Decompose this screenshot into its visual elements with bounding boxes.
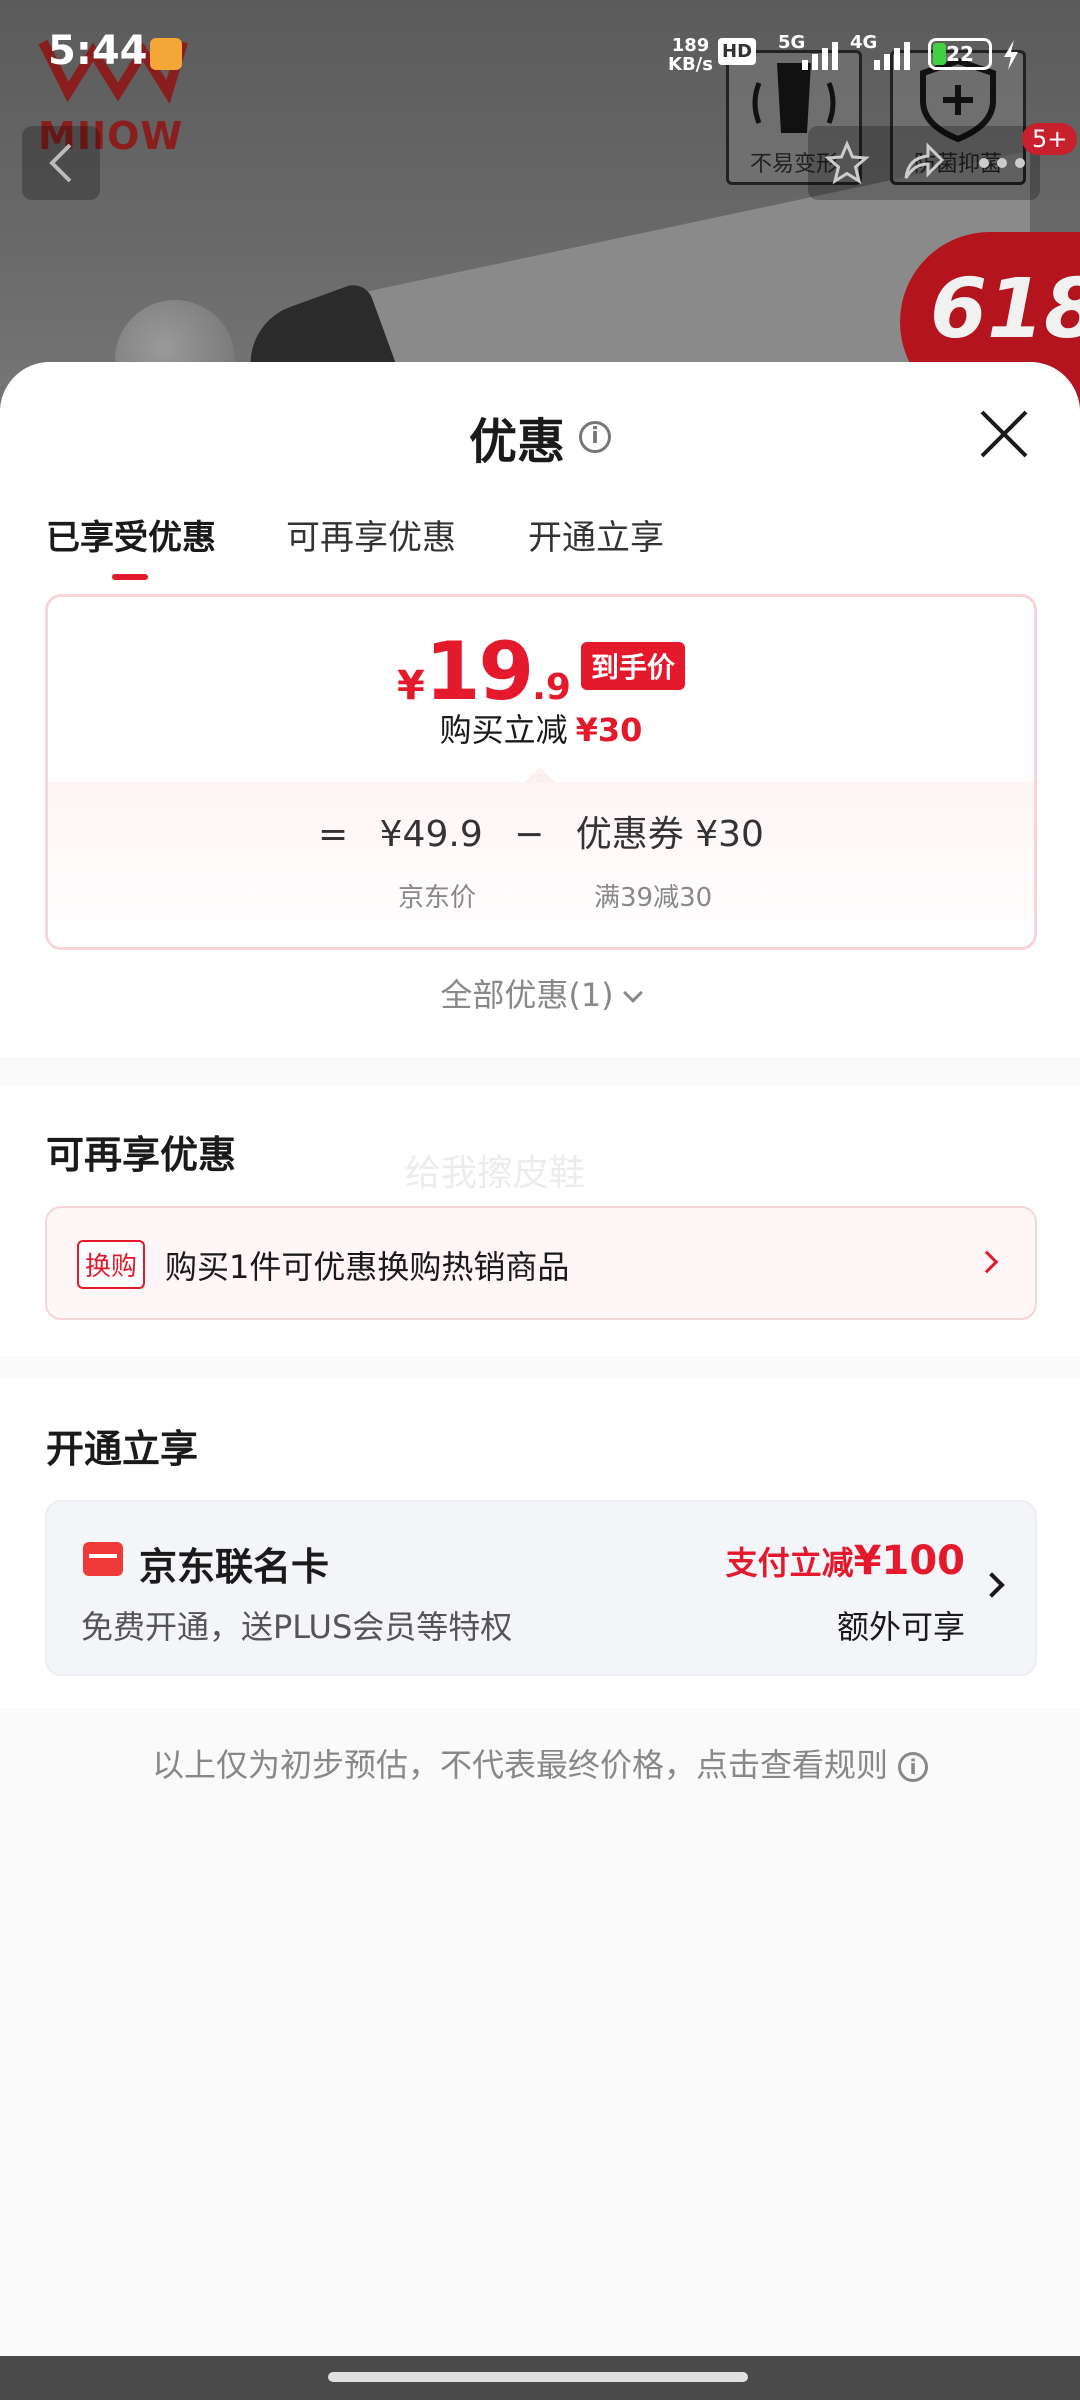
disclaimer[interactable]: 以上仅为初步预估，不代表最终价格，点击查看规则 i xyxy=(0,1740,1080,1786)
charging-icon xyxy=(1004,40,1018,70)
price-card: ¥19.9 到手价 购买立减 ¥30 = ¥49.9 − 优惠券 ¥30 京东价 满… xyxy=(45,594,1037,950)
jd-price-label: 京东价 xyxy=(398,883,477,913)
tab-open[interactable]: 开通立享 xyxy=(528,510,664,559)
credit-card-icon xyxy=(83,1542,123,1576)
sheet-header: 优惠 i xyxy=(0,362,1080,502)
info-icon[interactable]: i xyxy=(579,421,611,453)
disclaimer-text: 以上仅为初步预估，不代表最终价格，点击查看规则 xyxy=(151,1746,888,1784)
price-card-pointer xyxy=(524,767,556,783)
network-speed-value: 189 xyxy=(671,35,710,56)
signal-bars-icon-2 xyxy=(874,42,910,70)
chevron-right-icon-dark xyxy=(979,1572,1005,1598)
card-name: 京东联名卡 xyxy=(139,1545,330,1589)
buy-reduce: 购买立减 ¥30 xyxy=(48,705,1034,751)
tab-active-indicator xyxy=(112,574,148,580)
sheet-title-text: 优惠 xyxy=(468,414,565,470)
all-promos-label: 全部优惠(1) xyxy=(440,976,614,1014)
co-branded-card-offer[interactable]: 京东联名卡 免费开通，送PLUS会员等特权 支付立减¥100 额外可享 xyxy=(45,1500,1037,1676)
final-price-tag: 到手价 xyxy=(580,642,685,690)
coupon-rule: 满39减30 xyxy=(594,883,713,913)
card-pay-amount: ¥100 xyxy=(853,1538,965,1584)
coupon-value: 优惠券 ¥30 xyxy=(575,814,764,855)
top-action-bar xyxy=(808,126,1040,200)
status-time: 5:44 xyxy=(48,28,148,74)
card-pay-reduce: 支付立减¥100 xyxy=(726,1538,965,1584)
more-promos-title: 可再享优惠 xyxy=(46,1133,237,1177)
card-pay-label: 支付立减 xyxy=(725,1544,854,1582)
chevron-left-icon xyxy=(49,143,72,183)
message-count-badge: 5+ xyxy=(1022,123,1078,155)
home-indicator[interactable] xyxy=(328,2372,748,2382)
buy-reduce-amount: ¥30 xyxy=(575,711,643,749)
formula-equals: = xyxy=(318,814,349,855)
network-speed: 189 KB/s xyxy=(668,36,713,74)
share-icon[interactable] xyxy=(900,140,946,186)
jd-price: ¥49.9 xyxy=(379,814,483,855)
card-desc: 免费开通，送PLUS会员等特权 xyxy=(81,1608,513,1646)
tab-bar: 已享受优惠 可再享优惠 开通立享 xyxy=(0,502,1080,588)
buy-reduce-label: 购买立减 xyxy=(439,711,568,749)
more-promos-section: 可再享优惠 给我擦皮鞋 换购 购买1件可优惠换购热销商品 xyxy=(0,1086,1080,1356)
battery-level: 22 xyxy=(946,42,974,66)
signal-bars-icon xyxy=(802,42,838,70)
more-icon[interactable] xyxy=(974,140,1030,186)
network-speed-unit: KB/s xyxy=(668,54,713,75)
message-notification-icon xyxy=(150,38,182,70)
exchange-tag: 换购 xyxy=(77,1240,146,1289)
star-icon[interactable] xyxy=(824,140,870,186)
open-benefit-title: 开通立享 xyxy=(46,1427,199,1471)
chevron-down-icon xyxy=(622,983,643,1003)
final-price-currency: ¥ xyxy=(397,663,425,709)
formula-minus: − xyxy=(514,814,545,855)
exchange-text: 购买1件可优惠换购热销商品 xyxy=(165,1248,570,1286)
exchange-offer[interactable]: 换购 购买1件可优惠换购热销商品 xyxy=(45,1206,1037,1320)
back-button[interactable] xyxy=(22,126,100,200)
close-icon[interactable] xyxy=(976,406,1032,462)
battery-icon: 22 xyxy=(928,38,992,70)
all-promos-toggle[interactable]: 全部优惠(1) xyxy=(0,970,1080,1016)
tab-enjoyed[interactable]: 已享受优惠 xyxy=(46,510,216,559)
status-bar: 5:44 189 KB/s HD 5G 4G 22 xyxy=(0,0,1080,100)
chevron-right-icon xyxy=(975,1250,999,1274)
info-icon-rules[interactable]: i xyxy=(898,1752,928,1782)
hd-icon: HD xyxy=(718,38,757,65)
open-benefit-section: 开通立享 京东联名卡 免费开通，送PLUS会员等特权 支付立减¥100 额外可享 xyxy=(0,1378,1080,1708)
card-extra: 额外可享 xyxy=(836,1608,965,1646)
promotion-sheet: 优惠 i 已享受优惠 可再享优惠 开通立享 ¥19.9 到手价 购买立减 ¥30 = … xyxy=(0,362,1080,2362)
final-price-decimal: .9 xyxy=(532,667,571,708)
price-formula: = ¥49.9 − 优惠券 ¥30 xyxy=(48,805,1034,857)
tab-more[interactable]: 可再享优惠 xyxy=(286,510,456,559)
sheet-title: 优惠 i xyxy=(0,402,1080,472)
system-nav-bar xyxy=(0,2356,1080,2400)
watermark-text: 给我擦皮鞋 xyxy=(405,1153,586,1194)
